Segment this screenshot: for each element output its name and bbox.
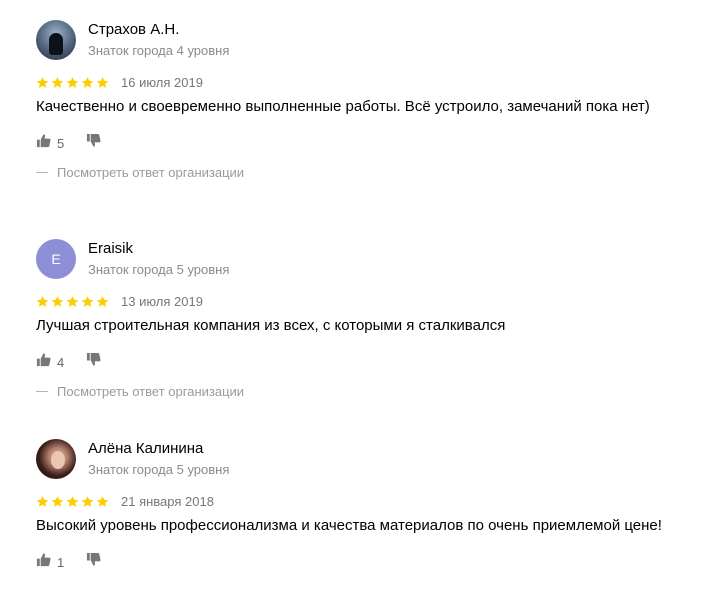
star-icon — [96, 295, 109, 307]
review-card: Алёна Калинина Знаток города 5 уровня 21… — [36, 439, 696, 572]
review-author: Алёна Калинина Знаток города 5 уровня — [36, 439, 696, 479]
star-icon — [96, 76, 109, 88]
star-icon — [36, 76, 49, 88]
star-icon — [51, 295, 64, 307]
thumbs-down-icon — [86, 133, 101, 153]
thumbs-up-icon — [36, 133, 51, 153]
star-icon — [96, 495, 109, 507]
dislike-button[interactable] — [86, 133, 101, 153]
review-author: E Eraisik Знаток города 5 уровня — [36, 239, 696, 279]
star-icon — [36, 295, 49, 307]
like-count: 1 — [57, 554, 65, 570]
star-icon — [66, 495, 79, 507]
like-button[interactable]: 1 — [36, 552, 64, 572]
author-level: Знаток города 5 уровня — [88, 462, 230, 477]
star-icon — [66, 295, 79, 307]
star-icon — [81, 495, 94, 507]
review-card: Страхов А.Н. Знаток города 4 уровня 16 и… — [36, 20, 696, 180]
star-icon — [66, 76, 79, 88]
thumbs-up-icon — [36, 352, 51, 372]
like-count: 5 — [57, 135, 65, 151]
star-icon — [81, 295, 94, 307]
star-icon — [81, 76, 94, 88]
like-button[interactable]: 5 — [36, 133, 64, 153]
star-icon — [51, 76, 64, 88]
reply-dash — [36, 172, 48, 173]
author-level: Знаток города 4 уровня — [88, 43, 230, 58]
reply-label: Посмотреть ответ организации — [57, 384, 245, 399]
dislike-button[interactable] — [86, 352, 101, 372]
reply-dash — [36, 391, 48, 392]
author-name[interactable]: Страхов А.Н. — [88, 20, 229, 40]
rating-stars — [36, 495, 109, 508]
rating-stars — [36, 295, 109, 308]
review-date: 16 июля 2019 — [121, 74, 203, 90]
dislike-button[interactable] — [86, 552, 101, 572]
avatar[interactable] — [36, 439, 76, 479]
review-date: 21 января 2018 — [121, 493, 214, 509]
star-icon — [36, 495, 49, 507]
reply-label: Посмотреть ответ организации — [57, 165, 245, 180]
review-author: Страхов А.Н. Знаток города 4 уровня — [36, 20, 696, 60]
review-date: 13 июля 2019 — [121, 293, 203, 309]
like-button[interactable]: 4 — [36, 352, 64, 372]
review-card: E Eraisik Знаток города 5 уровня 13 июля… — [36, 239, 696, 399]
review-text: Лучшая строительная компания из всех, с … — [36, 317, 506, 334]
author-level: Знаток города 5 уровня — [88, 262, 230, 277]
avatar[interactable] — [36, 20, 76, 60]
like-count: 4 — [57, 354, 65, 370]
avatar[interactable]: E — [36, 239, 76, 279]
rating-stars — [36, 76, 109, 89]
view-org-reply-link[interactable]: Посмотреть ответ организации — [36, 165, 696, 180]
review-text: Высокий уровень профессионализма и качес… — [36, 517, 662, 534]
thumbs-up-icon — [36, 552, 51, 572]
review-text: Качественно и своевременно выполненные р… — [36, 98, 650, 115]
thumbs-down-icon — [86, 552, 101, 572]
author-name[interactable]: Eraisik — [88, 239, 229, 259]
star-icon — [51, 495, 64, 507]
view-org-reply-link[interactable]: Посмотреть ответ организации — [36, 384, 696, 399]
author-name[interactable]: Алёна Калинина — [88, 439, 229, 459]
thumbs-down-icon — [86, 352, 101, 372]
avatar-letter: E — [51, 251, 61, 267]
